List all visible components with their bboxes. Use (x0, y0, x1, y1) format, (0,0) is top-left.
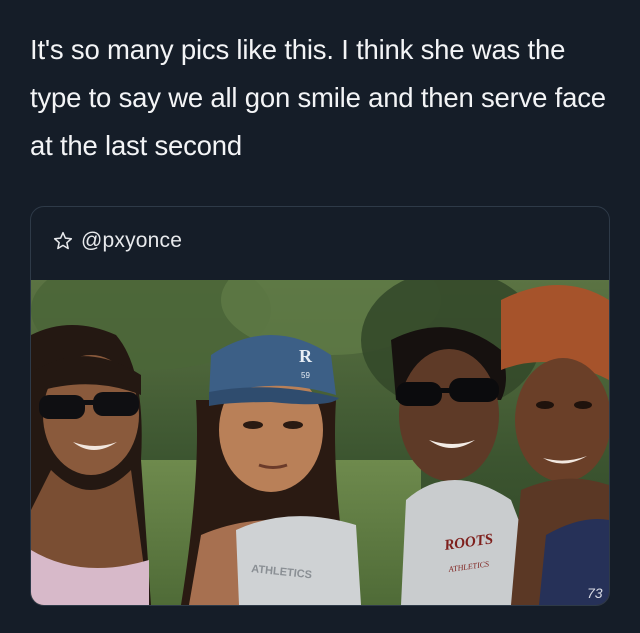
quoted-handle[interactable]: @pxyonce (81, 229, 182, 253)
group-photo-illustration: R 59 ATHLETICS ROOTS ATHLETICS 73 (31, 280, 609, 605)
svg-text:73: 73 (587, 585, 603, 601)
quoted-tweet-card[interactable]: @pxyonce R 59 ATHLETICS ROOTS ATHLETICS … (30, 206, 610, 606)
tweet-text: It's so many pics like this. I think she… (30, 34, 606, 161)
svg-text:59: 59 (301, 371, 310, 380)
quoted-tweet-header: @pxyonce (53, 227, 182, 255)
star-outline-icon (53, 231, 73, 251)
group-photo[interactable]: R 59 ATHLETICS ROOTS ATHLETICS 73 (31, 280, 609, 605)
svg-text:R: R (299, 346, 313, 366)
